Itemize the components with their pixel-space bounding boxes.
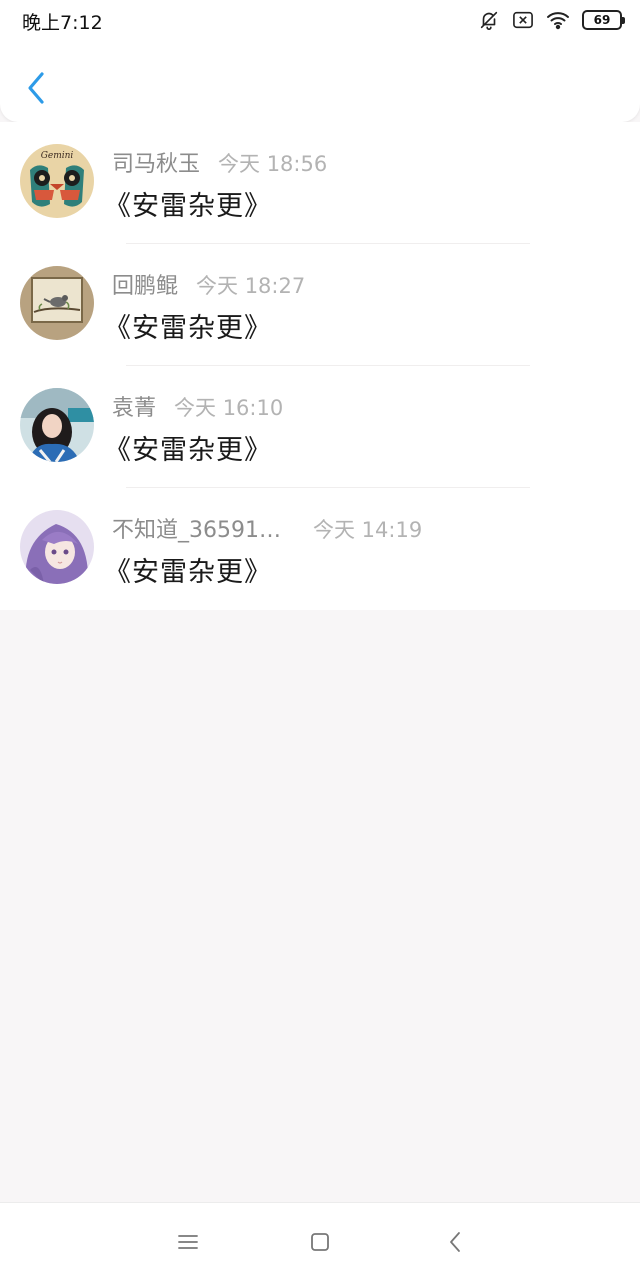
message-list: Gemini 司马秋玉 今天 18:56 《安雷杂更》 回鹏鲲 今天 18:27…	[0, 122, 640, 610]
back-button[interactable]	[18, 66, 54, 110]
navigation-bar	[0, 1202, 640, 1280]
bird-on-branch-avatar	[20, 266, 94, 340]
message-text: 《安雷杂更》	[104, 191, 272, 222]
menu-icon	[177, 1233, 199, 1251]
item-meta: 袁菁 今天 16:10	[112, 390, 284, 422]
item-meta: 回鹏鲲 今天 18:27	[112, 268, 306, 300]
message-text: 《安雷杂更》	[104, 435, 272, 466]
back-triangle-icon	[447, 1230, 463, 1254]
timestamp: 今天 18:27	[196, 274, 306, 298]
header: 晚上7:12 69	[0, 0, 640, 122]
anime-girl-avatar	[20, 510, 94, 584]
timestamp: 今天 14:19	[313, 518, 423, 542]
gemini-owls-avatar: Gemini	[20, 144, 94, 218]
username[interactable]: 司马秋玉	[112, 146, 200, 178]
list-item[interactable]: 回鹏鲲 今天 18:27 《安雷杂更》	[0, 244, 640, 366]
avatar[interactable]	[20, 510, 94, 584]
list-item[interactable]: 袁菁 今天 16:10 《安雷杂更》	[0, 366, 640, 488]
status-time: 晚上7:12	[22, 12, 103, 34]
bell-muted-icon	[478, 9, 500, 31]
nav-back-button[interactable]	[440, 1227, 470, 1257]
message-text: 《安雷杂更》	[104, 313, 272, 344]
status-icons: 69	[478, 7, 625, 33]
username[interactable]: 袁菁	[112, 390, 156, 422]
wifi-icon	[546, 10, 570, 30]
item-meta: 不知道_36591… 今天 14:19	[112, 512, 423, 544]
status-bar: 晚上7:12 69	[0, 0, 640, 40]
avatar[interactable]: Gemini	[20, 144, 94, 218]
girl-photo-avatar	[20, 388, 94, 462]
message-text: 《安雷杂更》	[104, 557, 272, 588]
battery-indicator: 69	[582, 10, 625, 30]
username[interactable]: 不知道_36591…	[112, 512, 281, 544]
avatar[interactable]	[20, 266, 94, 340]
screen: 晚上7:12 69 Gemini 司马秋玉 今天 18:56 《安雷杂更》 回鹏…	[0, 0, 640, 1280]
no-sim-icon	[512, 10, 534, 30]
list-item[interactable]: 不知道_36591… 今天 14:19 《安雷杂更》	[0, 488, 640, 610]
timestamp: 今天 16:10	[174, 396, 284, 420]
home-button[interactable]	[305, 1227, 335, 1257]
svg-text:Gemini: Gemini	[41, 151, 74, 161]
chevron-left-icon	[25, 70, 47, 106]
username[interactable]: 回鹏鲲	[112, 268, 178, 300]
list-item[interactable]: Gemini 司马秋玉 今天 18:56 《安雷杂更》	[0, 122, 640, 244]
menu-button[interactable]	[173, 1227, 203, 1257]
timestamp: 今天 18:56	[218, 152, 328, 176]
avatar[interactable]	[20, 388, 94, 462]
item-meta: 司马秋玉 今天 18:56	[112, 146, 328, 178]
home-square-icon	[309, 1231, 331, 1253]
